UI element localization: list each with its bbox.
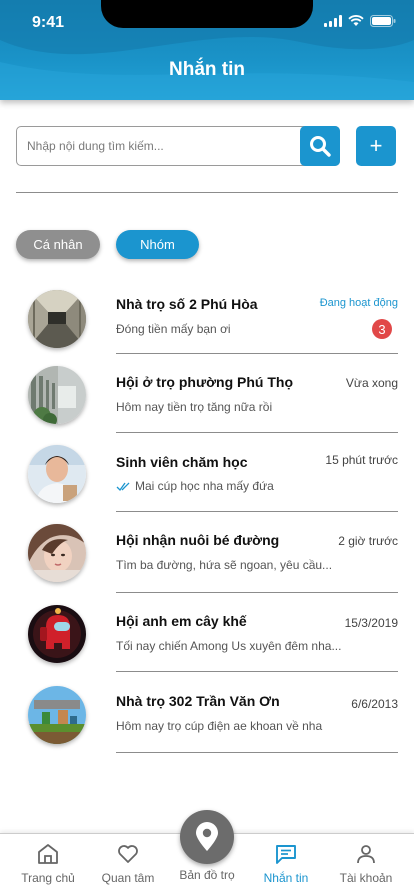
divider: [116, 671, 398, 672]
conversation-preview: Tối nay chiến Among Us xuyên đêm nha...: [116, 639, 342, 653]
conversation-time: 6/6/2013: [351, 697, 398, 711]
heart-icon: [118, 845, 138, 863]
unread-badge: 3: [372, 319, 392, 339]
divider: [116, 353, 398, 354]
avatar: [28, 605, 86, 663]
avatar: [28, 524, 86, 582]
avatar: [28, 445, 86, 503]
signal-icon: [324, 15, 342, 27]
conversation-item[interactable]: Hội anh em cây khế 15/3/2019 Tối nay chi…: [0, 605, 414, 683]
conversation-name: Nhà trọ 302 Trần Văn Ơn: [116, 693, 280, 709]
conversation-time: 15 phút trước: [325, 453, 398, 467]
conversation-item[interactable]: Sinh viên chăm học 15 phút trước Mai cúp…: [0, 445, 414, 523]
chat-icon: [276, 845, 296, 864]
conversation-name: Hội nhận nuôi bé đường: [116, 532, 280, 548]
conversation-preview: Hôm nay trọ cúp điện ae khoan về nha: [116, 719, 323, 733]
nav-home[interactable]: Trang chủ: [8, 842, 88, 885]
conversation-time: 15/3/2019: [344, 616, 398, 630]
conversation-preview: Tìm ba đường, hứa sẽ ngoan, yêu cầu...: [116, 558, 333, 572]
add-conversation-button[interactable]: +: [356, 126, 396, 166]
divider: [116, 752, 398, 753]
search-input[interactable]: [27, 127, 297, 165]
girl-photo: [28, 524, 86, 582]
user-icon: [357, 845, 375, 864]
conversation-item[interactable]: Hội nhận nuôi bé đường 2 giờ trước Tìm b…: [0, 524, 414, 602]
nav-account-label: Tài khoản: [339, 871, 393, 885]
home-icon: [38, 844, 58, 864]
dormitory-photo: [28, 366, 86, 424]
nav-messages-label: Nhắn tin: [263, 871, 309, 885]
page-title: Nhắn tin: [169, 59, 245, 80]
search-box[interactable]: [16, 126, 340, 166]
conversation-status: Đang hoạt động: [319, 297, 398, 309]
conversation-name: Hội anh em cây khế: [116, 613, 247, 629]
wifi-icon: [348, 15, 364, 26]
conversation-item[interactable]: Nhà trọ số 2 Phú Hòa Đang hoạt động Đóng…: [0, 288, 414, 366]
conversation-item[interactable]: Nhà trọ 302 Trần Văn Ơn 6/6/2013 Hôm nay…: [0, 686, 414, 764]
double-check-icon: [116, 482, 130, 492]
conversation-name: Sinh viên chăm học: [116, 454, 248, 470]
app-header: 9:41 Nhắn tin: [0, 0, 414, 100]
map-button[interactable]: [180, 810, 234, 864]
status-icons: [324, 15, 396, 27]
nav-home-label: Trang chủ: [21, 871, 75, 885]
filter-group[interactable]: Nhóm: [116, 230, 199, 259]
minecraft-photo: [28, 686, 86, 744]
student-photo: [28, 445, 86, 503]
conversation-preview-text: Mai cúp học nha mấy đứa: [135, 479, 274, 493]
divider: [116, 592, 398, 593]
search-button[interactable]: [300, 126, 340, 166]
hallway-photo: [28, 290, 86, 348]
nav-account[interactable]: Tài khoản: [326, 842, 406, 885]
avatar: [28, 686, 86, 744]
status-time: 9:41: [32, 14, 65, 31]
battery-icon: [370, 15, 396, 27]
avatar: [28, 290, 86, 348]
conversation-name: Nhà trọ số 2 Phú Hòa: [116, 296, 258, 312]
nav-messages[interactable]: Nhắn tin: [246, 842, 326, 885]
conversation-item[interactable]: Hội ở trọ phường Phú Thọ Vừa xong Hôm na…: [0, 366, 414, 444]
conversation-preview: Đóng tiền mấy bạn ơi: [116, 322, 231, 336]
among-us-photo: [28, 605, 86, 663]
nav-favorites[interactable]: Quan tâm: [88, 842, 168, 885]
nav-favorites-label: Quan tâm: [101, 871, 155, 885]
conversation-preview: Mai cúp học nha mấy đứa: [116, 479, 274, 493]
avatar: [28, 366, 86, 424]
conversation-time: 2 giờ trước: [338, 534, 398, 548]
divider: [116, 511, 398, 512]
divider: [116, 432, 398, 433]
map-pin-icon: [196, 822, 218, 851]
divider: [16, 192, 398, 193]
conversation-name: Hội ở trọ phường Phú Thọ: [116, 374, 294, 390]
nav-map-label: Bản đồ trọ: [179, 868, 235, 882]
filter-personal[interactable]: Cá nhân: [16, 230, 100, 259]
search-icon: [310, 136, 331, 157]
device-notch: [101, 0, 313, 28]
conversation-preview: Hôm nay tiền trọ tăng nữa rồi: [116, 400, 273, 414]
conversation-time: Vừa xong: [345, 376, 398, 390]
